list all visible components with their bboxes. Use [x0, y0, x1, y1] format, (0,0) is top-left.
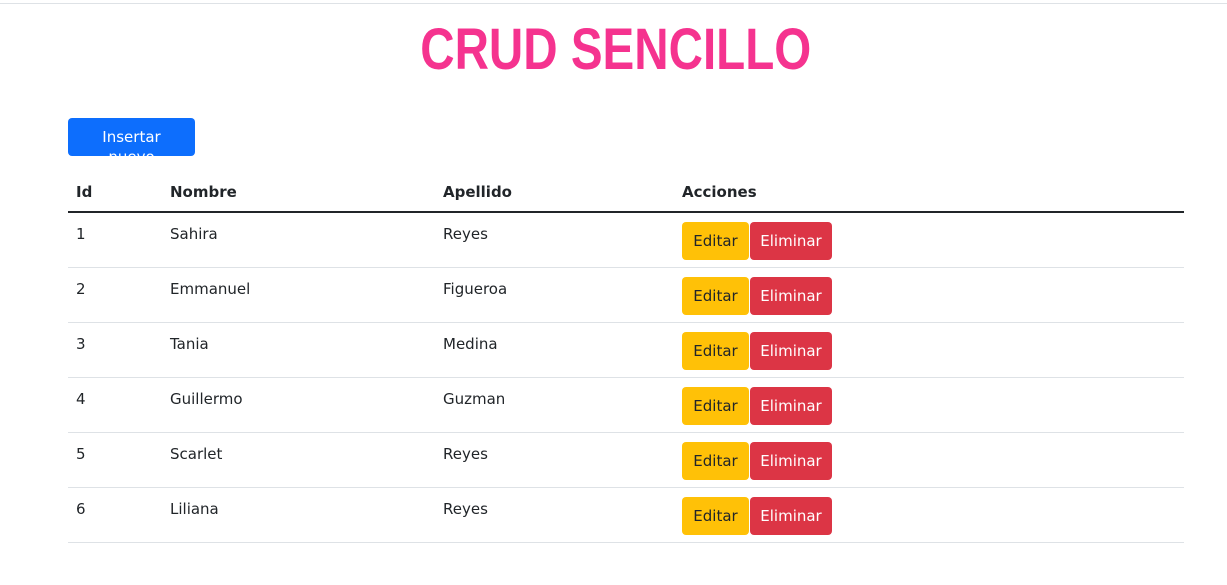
delete-button[interactable]: Eliminar	[750, 332, 832, 370]
row-nombre: Tania	[170, 335, 209, 353]
row-nombre: Emmanuel	[170, 280, 251, 298]
header-id: Id	[68, 172, 162, 213]
cell-acciones: Editar Eliminar	[674, 322, 1184, 378]
row-nombre: Sahira	[170, 225, 218, 243]
delete-button[interactable]: Eliminar	[750, 222, 832, 260]
cell-nombre: Sahira	[162, 212, 435, 268]
table-row: 3 Tania Medina Editar Eliminar	[68, 322, 1184, 378]
cell-apellido: Reyes	[435, 212, 674, 268]
cell-acciones: Editar Eliminar	[674, 377, 1184, 433]
main-container: Insertar nuevo Id Nombre Apellido Accion…	[68, 118, 1184, 543]
row-apellido: Reyes	[443, 225, 488, 243]
row-apellido: Guzman	[443, 390, 506, 408]
cell-apellido: Reyes	[435, 487, 674, 543]
edit-button[interactable]: Editar	[682, 387, 749, 425]
header-apellido: Apellido	[435, 172, 674, 213]
cell-nombre: Liliana	[162, 487, 435, 543]
edit-button[interactable]: Editar	[682, 442, 749, 480]
cell-acciones: Editar Eliminar	[674, 212, 1184, 268]
cell-acciones: Editar Eliminar	[674, 267, 1184, 323]
cell-apellido: Guzman	[435, 377, 674, 433]
table-row: 5 Scarlet Reyes Editar Eliminar	[68, 432, 1184, 488]
header-acciones: Acciones	[674, 172, 1184, 213]
edit-button[interactable]: Editar	[682, 497, 749, 535]
row-id: 1	[76, 225, 86, 243]
cell-id: 6	[68, 487, 162, 543]
delete-button[interactable]: Eliminar	[750, 387, 832, 425]
records-table: Id Nombre Apellido Acciones 1 Sahira Reyes…	[68, 172, 1184, 543]
header-nombre: Nombre	[162, 172, 435, 213]
row-id: 2	[76, 280, 86, 298]
cell-nombre: Tania	[162, 322, 435, 378]
cell-apellido: Medina	[435, 322, 674, 378]
row-id: 3	[76, 335, 86, 353]
edit-button[interactable]: Editar	[682, 222, 749, 260]
delete-button[interactable]: Eliminar	[750, 497, 832, 535]
table-row: 4 Guillermo Guzman Editar Eliminar	[68, 377, 1184, 433]
top-divider	[0, 3, 1227, 4]
row-apellido: Reyes	[443, 445, 488, 463]
insert-new-button[interactable]: Insertar nuevo	[68, 118, 195, 166]
page-title: CRUD SENCILLO	[420, 17, 812, 82]
cell-id: 2	[68, 267, 162, 323]
cell-nombre: Guillermo	[162, 377, 435, 433]
cell-id: 3	[68, 322, 162, 378]
edit-button[interactable]: Editar	[682, 332, 749, 370]
table-row: 6 Liliana Reyes Editar Eliminar	[68, 487, 1184, 543]
table-row: 2 Emmanuel Figueroa Editar Eliminar	[68, 267, 1184, 323]
cell-acciones: Editar Eliminar	[674, 432, 1184, 488]
row-apellido: Figueroa	[443, 280, 508, 298]
row-nombre: Scarlet	[170, 445, 223, 463]
edit-button[interactable]: Editar	[682, 277, 749, 315]
row-id: 5	[76, 445, 86, 463]
cell-nombre: Scarlet	[162, 432, 435, 488]
cell-id: 4	[68, 377, 162, 433]
cell-apellido: Reyes	[435, 432, 674, 488]
cell-acciones: Editar Eliminar	[674, 487, 1184, 543]
row-apellido: Medina	[443, 335, 498, 353]
row-nombre: Liliana	[170, 500, 219, 518]
cell-id: 1	[68, 212, 162, 268]
cell-id: 5	[68, 432, 162, 488]
delete-button[interactable]: Eliminar	[750, 277, 832, 315]
row-nombre: Guillermo	[170, 390, 243, 408]
table-header-row: Id Nombre Apellido Acciones	[68, 172, 1184, 213]
table-row: 1 Sahira Reyes Editar Eliminar	[68, 212, 1184, 268]
row-apellido: Reyes	[443, 500, 488, 518]
table-body: 1 Sahira Reyes Editar Eliminar 2 Emmanuel Figue…	[68, 212, 1184, 543]
row-id: 4	[76, 390, 86, 408]
cell-apellido: Figueroa	[435, 267, 674, 323]
cell-nombre: Emmanuel	[162, 267, 435, 323]
delete-button[interactable]: Eliminar	[750, 442, 832, 480]
row-id: 6	[76, 500, 86, 518]
